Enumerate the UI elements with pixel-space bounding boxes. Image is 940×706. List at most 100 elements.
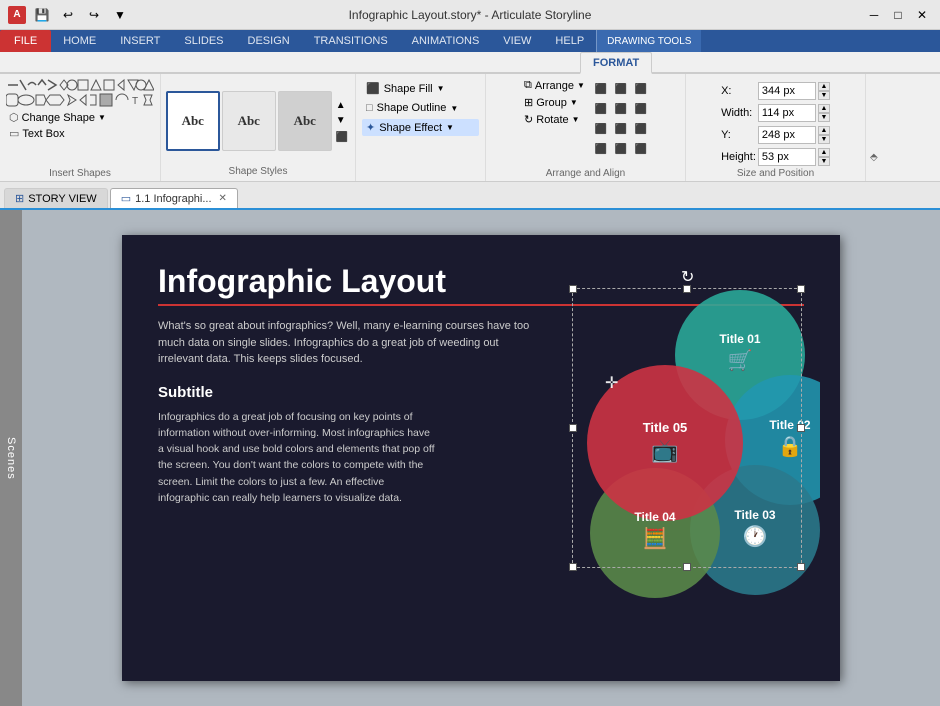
width-spinner[interactable]: ▲ ▼ [818,104,830,122]
svg-text:Title 03: Title 03 [734,508,775,522]
align-center-button[interactable]: ⬛ [612,80,630,98]
tab-format[interactable]: FORMAT [580,52,652,74]
align-right-button[interactable]: ⬛ [632,80,650,98]
y-down-button[interactable]: ▼ [818,135,830,144]
shape-styles-group: Abc Abc Abc ▲ ▼ ⬛ Shape Styles [161,74,356,181]
arrange-chevron-icon: ▼ [577,81,585,90]
effect-chevron-icon: ▼ [446,123,454,132]
shape-style-2[interactable]: Abc [222,91,276,151]
width-up-button[interactable]: ▲ [818,104,830,113]
y-input[interactable] [758,126,816,144]
minimize-button[interactable]: ─ [864,5,884,25]
shape-styles-label: Shape Styles [229,164,288,177]
shape-effects-group: ⬛ Shape Fill ▼ □ Shape Outline ▼ ✦ Shape… [356,74,486,181]
tab-transitions[interactable]: TRANSITIONS [302,30,400,52]
save-button[interactable]: 💾 [32,5,52,25]
shape-effect-button[interactable]: ✦ Shape Effect ▼ [362,119,479,136]
svg-text:🛒: 🛒 [728,348,753,372]
flip-v-button[interactable]: ⬛ [632,140,650,158]
x-down-button[interactable]: ▼ [818,91,830,100]
width-down-button[interactable]: ▼ [818,113,830,122]
svg-text:T: T [132,96,138,107]
x-label: X: [721,85,756,97]
fill-icon: ⬛ [366,82,380,95]
height-input[interactable] [758,148,816,166]
insert-shapes-content: T ⬡ Change Shape ▼ ▭ Text Box [6,78,154,141]
align-left-button[interactable]: ⬛ [592,80,610,98]
rotate-button[interactable]: ↻ Rotate ▼ [521,112,588,127]
undo-button[interactable]: ↩ [58,5,78,25]
svg-text:📺: 📺 [651,438,678,463]
x-up-button[interactable]: ▲ [818,82,830,91]
slide-tab[interactable]: ▭ 1.1 Infographi... ✕ [110,188,238,208]
ribbon: T ⬡ Change Shape ▼ ▭ Text Box Insert Sha… [0,74,940,182]
slide-area: Infographic Layout What's so great about… [22,210,940,706]
text-box-icon: ▭ [9,127,19,140]
close-tab-button[interactable]: ✕ [219,193,227,204]
x-spinner[interactable]: ▲ ▼ [818,82,830,100]
shape-fill-button[interactable]: ⬛ Shape Fill ▼ [362,80,479,97]
more-button[interactable]: ▼ [110,5,130,25]
arrange-align-label: Arrange and Align [546,166,626,179]
tab-slides[interactable]: SLIDES [172,30,235,52]
svg-text:🧮: 🧮 [643,526,668,550]
height-label: Height: [721,151,756,163]
title-bar-right: ─ □ ✕ [864,5,932,25]
slide[interactable]: Infographic Layout What's so great about… [122,235,840,681]
x-input[interactable] [758,82,816,100]
distribute-v-button[interactable]: ⬛ [612,120,630,138]
scenes-panel: Scenes [0,210,22,706]
svg-text:Title 05: Title 05 [643,420,688,435]
align-bottom-button[interactable]: ⬛ [632,100,650,118]
y-up-button[interactable]: ▲ [818,126,830,135]
app-title: Infographic Layout.story* - Articulate S… [349,8,592,22]
bring-front-button[interactable]: ⬛ [632,120,650,138]
ribbon-tabs-bar: FILE HOME INSERT SLIDES DESIGN TRANSITIO… [0,30,940,52]
shape-styles-scroll[interactable]: ▲ ▼ ⬛ [334,98,350,145]
insert-shapes-group: T ⬡ Change Shape ▼ ▭ Text Box Insert Sha… [0,74,161,181]
y-spinner[interactable]: ▲ ▼ [818,126,830,144]
send-back-button[interactable]: ⬛ [592,140,610,158]
story-view-tab[interactable]: ⊞ STORY VIEW [4,188,108,208]
tab-home[interactable]: HOME [51,30,108,52]
svg-text:Title 01: Title 01 [719,332,760,346]
maximize-button[interactable]: □ [888,5,908,25]
close-button[interactable]: ✕ [912,5,932,25]
effect-icon: ✦ [366,121,375,134]
y-label: Y: [721,129,756,141]
shape-style-3[interactable]: Abc [278,91,332,151]
group-button[interactable]: ⊞ Group ▼ [521,95,588,110]
width-label: Width: [721,107,756,119]
tab-file[interactable]: FILE [0,30,51,52]
distribute-h-button[interactable]: ⬛ [592,120,610,138]
height-spinner[interactable]: ▲ ▼ [818,148,830,166]
height-up-button[interactable]: ▲ [818,148,830,157]
group-chevron-icon: ▼ [570,98,578,107]
align-middle-button[interactable]: ⬛ [612,100,630,118]
svg-text:🕐: 🕐 [743,524,768,548]
shape-outline-button[interactable]: □ Shape Outline ▼ [362,100,479,116]
flip-h-button[interactable]: ⬛ [612,140,630,158]
text-box-button[interactable]: ▭ Text Box [6,126,154,141]
title-bar-left: A 💾 ↩ ↪ ▼ [8,5,130,25]
align-top-button[interactable]: ⬛ [592,100,610,118]
tab-view[interactable]: VIEW [491,30,543,52]
change-shape-button[interactable]: ⬡ Change Shape ▼ [6,110,154,125]
height-down-button[interactable]: ▼ [818,157,830,166]
shapes-row-2: T [6,93,154,107]
story-view-icon: ⊞ [15,192,24,205]
shape-style-1[interactable]: Abc [166,91,220,151]
redo-button[interactable]: ↪ [84,5,104,25]
tab-insert[interactable]: INSERT [108,30,172,52]
width-input[interactable] [758,104,816,122]
tab-help[interactable]: HELP [543,30,596,52]
size-position-expand[interactable]: ⬘ [866,74,882,181]
arrange-align-group: ⧉ Arrange ▼ ⊞ Group ▼ ↻ Rotate ▼ ⬛ [486,74,686,181]
arrange-icon: ⧉ [524,79,532,92]
slide-icon: ▭ [121,192,131,205]
rotate-chevron-icon: ▼ [572,115,580,124]
tab-animations[interactable]: ANIMATIONS [400,30,492,52]
tab-design[interactable]: DESIGN [236,30,302,52]
arrange-button[interactable]: ⧉ Arrange ▼ [521,78,588,93]
infographic[interactable]: Title 01 🛒 Title 02 🔒 Title 03 🕐 Title 0… [500,285,820,615]
